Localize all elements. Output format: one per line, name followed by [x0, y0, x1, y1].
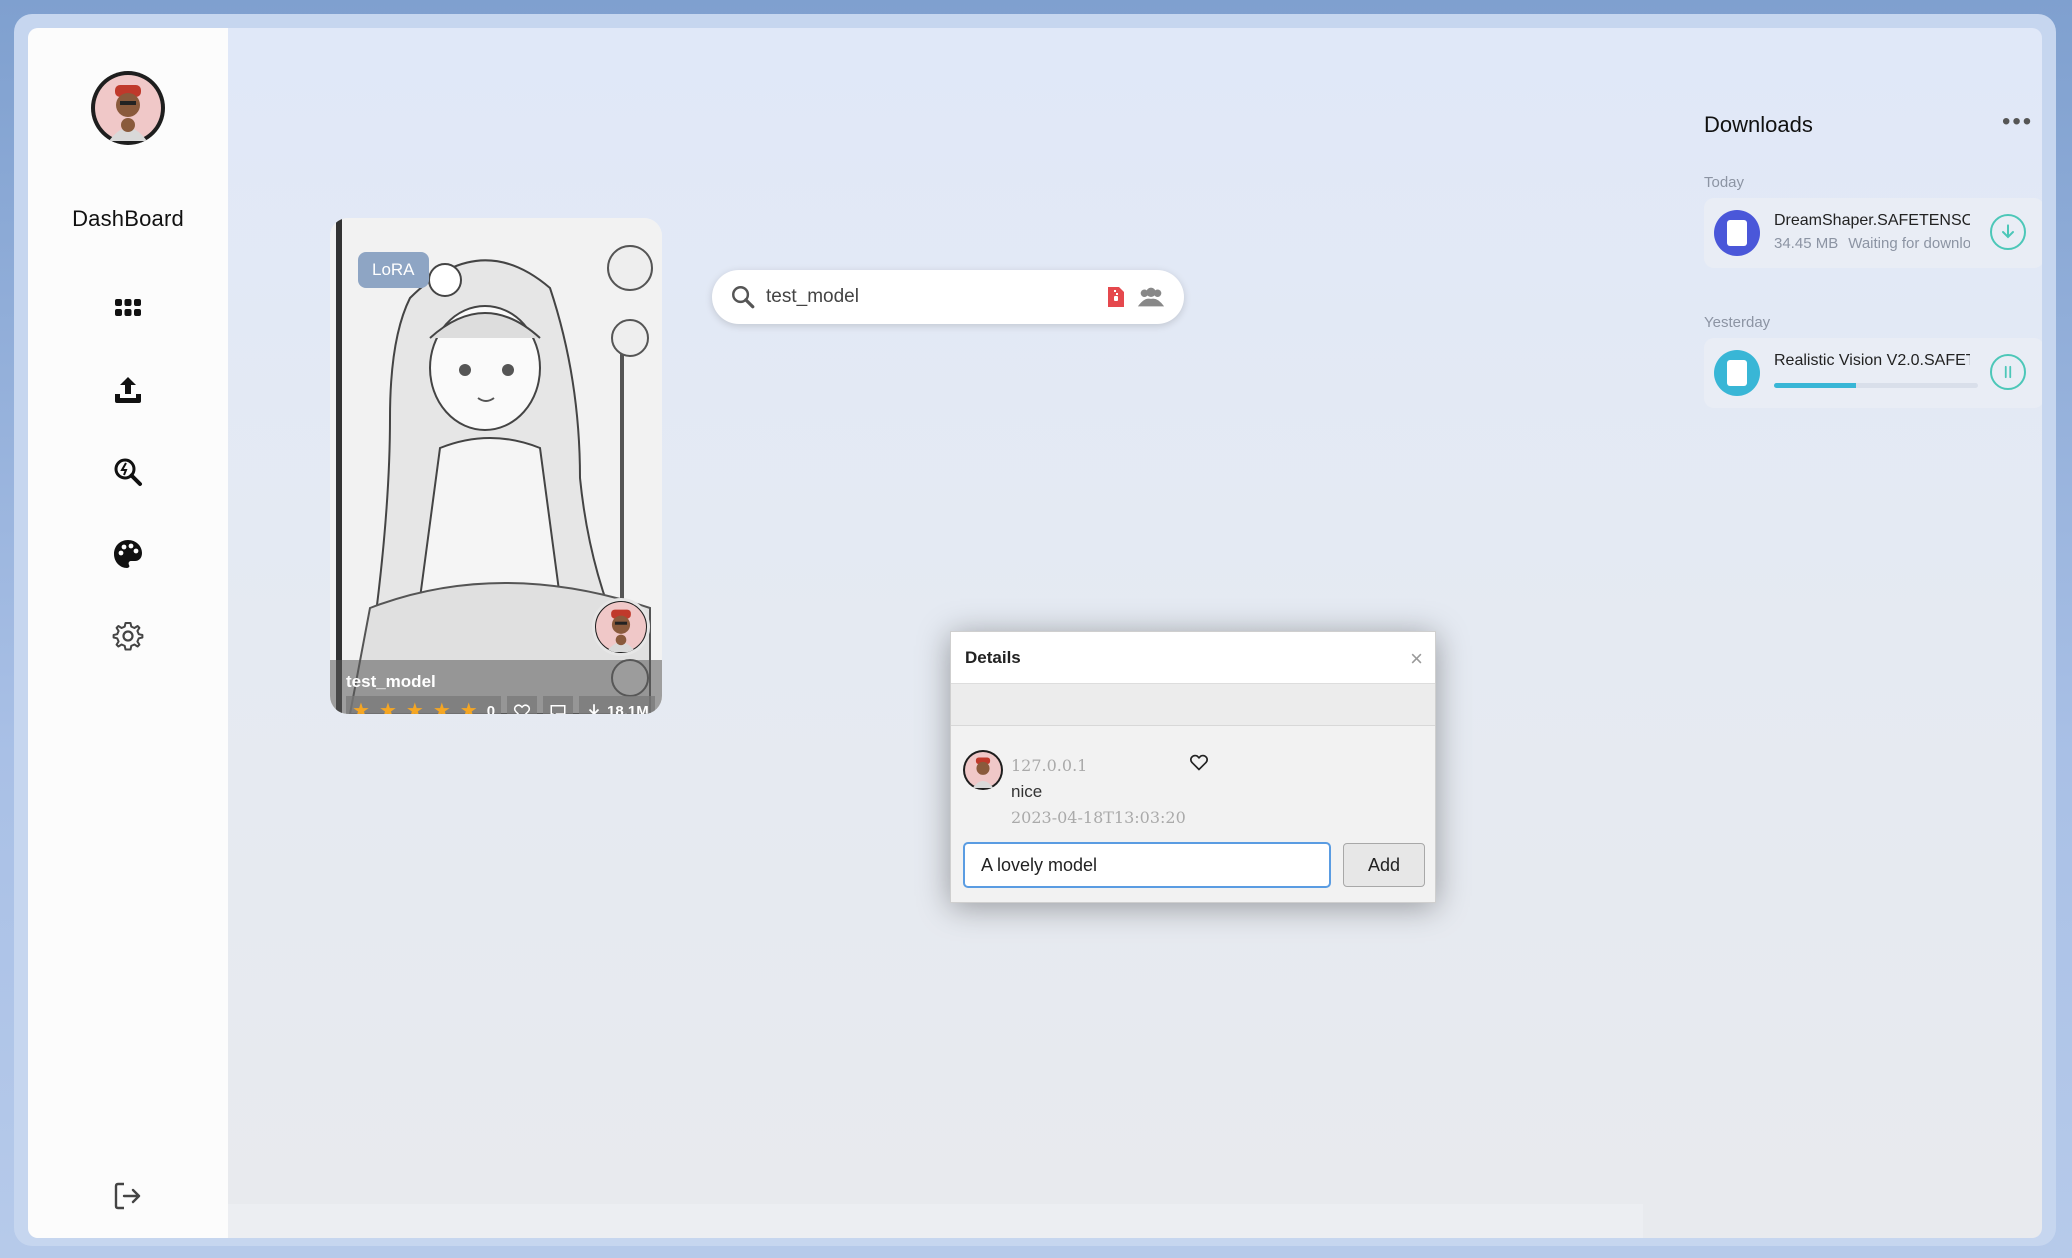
- app-frame: DashBoard LoRA test_model ★ ★ ★ ★ ★ 0 18…: [14, 14, 2056, 1246]
- comment-avatar: [963, 750, 1003, 790]
- file-zip-icon[interactable]: [1104, 283, 1128, 311]
- dialog-header: Details ×: [951, 632, 1435, 684]
- like-button[interactable]: [507, 696, 538, 714]
- download-icon: [2002, 224, 2014, 239]
- download-meta: 34.45 MB Waiting for download: [1774, 235, 1970, 252]
- search-icon: [732, 286, 755, 309]
- heart-icon[interactable]: [1189, 752, 1209, 772]
- comment-user: 127.0.0.1: [1011, 756, 1088, 775]
- gear-icon: [112, 622, 144, 651]
- details-dialog: Details × 127.0.0.1 nice 2023-04-18T13:0…: [950, 631, 1436, 903]
- file-icon: [1714, 350, 1760, 396]
- sidebar-item-search[interactable]: [110, 454, 146, 490]
- search-input[interactable]: test_model: [766, 286, 1104, 308]
- logout-button[interactable]: [110, 1178, 146, 1214]
- sidebar-item-settings[interactable]: [110, 618, 146, 654]
- rating-box[interactable]: ★ ★ ★ ★ ★ 0: [346, 696, 502, 715]
- model-card[interactable]: LoRA test_model ★ ★ ★ ★ ★ 0 18.1M: [330, 218, 662, 714]
- card-stats: ★ ★ ★ ★ ★ 0 18.1M: [346, 696, 655, 714]
- sidebar-item-upload[interactable]: [110, 372, 146, 408]
- comment-time: 2023-04-18T13:03:20: [1011, 808, 1186, 827]
- download-progress: [1774, 383, 1978, 388]
- comment-item: 127.0.0.1 nice 2023-04-18T13:03:20: [951, 726, 1435, 832]
- more-options-icon[interactable]: •••: [2002, 108, 2033, 136]
- pause-button[interactable]: [1990, 354, 2026, 390]
- pause-icon: [2004, 365, 2012, 379]
- download-status: Waiting for download: [1848, 235, 1970, 252]
- model-title: test_model: [346, 672, 436, 691]
- close-icon[interactable]: ×: [1410, 646, 1423, 672]
- dialog-toolbar: [951, 684, 1435, 726]
- upload-icon: [115, 377, 141, 403]
- app-window: DashBoard LoRA test_model ★ ★ ★ ★ ★ 0 18…: [28, 28, 2042, 1238]
- download-item[interactable]: DreamShaper.SAFETENSORS 34.45 MB Waiting …: [1704, 198, 2042, 268]
- brand-title: DashBoard: [72, 206, 184, 231]
- comment-text: nice: [1011, 782, 1043, 801]
- comment-input[interactable]: [963, 842, 1331, 888]
- star-icon: ★: [378, 700, 397, 714]
- sidebar-item-palette[interactable]: [110, 536, 146, 572]
- avatar-icon: [95, 75, 161, 141]
- file-icon: [1714, 210, 1760, 256]
- downloads-title: Downloads: [1704, 112, 1813, 137]
- download-name: DreamShaper.SAFETENSORS: [1774, 212, 1970, 229]
- downloads-count: 18.1M: [607, 702, 649, 715]
- palette-icon: [114, 540, 142, 568]
- user-avatar[interactable]: [91, 71, 165, 145]
- progress-fill: [1774, 383, 1856, 388]
- add-comment-button[interactable]: Add: [1343, 843, 1425, 887]
- download-size: 34.45 MB: [1774, 235, 1839, 252]
- star-icon: ★: [432, 700, 451, 714]
- group-label-yesterday: Yesterday: [1704, 314, 1771, 331]
- avatar-icon: [596, 602, 646, 652]
- download-name: Realistic Vision V2.0.SAFETENSORS: [1774, 352, 1970, 369]
- star-icon: ★: [405, 700, 424, 714]
- search-bar[interactable]: test_model: [712, 270, 1184, 324]
- comments-button[interactable]: [543, 696, 574, 714]
- star-icon: ★: [459, 700, 478, 714]
- sidebar: DashBoard: [28, 28, 228, 1238]
- avatar-icon: [965, 752, 1001, 788]
- download-button[interactable]: [1990, 214, 2026, 250]
- downloads-stat[interactable]: 18.1M: [579, 696, 655, 714]
- heart-icon: [513, 704, 531, 714]
- comment-icon: [550, 705, 566, 714]
- horizontal-scrollbar[interactable]: [228, 1204, 1643, 1238]
- rating-count: 0: [486, 702, 496, 715]
- grid-icon: [115, 299, 141, 316]
- download-item[interactable]: Realistic Vision V2.0.SAFETENSORS: [1704, 338, 2042, 408]
- group-label-today: Today: [1704, 174, 1745, 191]
- downloads-panel: Downloads ••• Today DreamShaper.SAFETENS…: [1678, 28, 2042, 1238]
- model-type-badge: LoRA: [358, 252, 429, 288]
- logout-icon: [114, 1182, 141, 1210]
- users-icon[interactable]: [1136, 285, 1166, 309]
- search-icon: [114, 458, 142, 486]
- sidebar-item-dashboard[interactable]: [110, 290, 146, 326]
- star-icon: ★: [352, 700, 370, 714]
- dialog-title: Details: [965, 647, 1021, 667]
- owner-avatar[interactable]: [592, 598, 650, 656]
- download-icon: [588, 704, 600, 714]
